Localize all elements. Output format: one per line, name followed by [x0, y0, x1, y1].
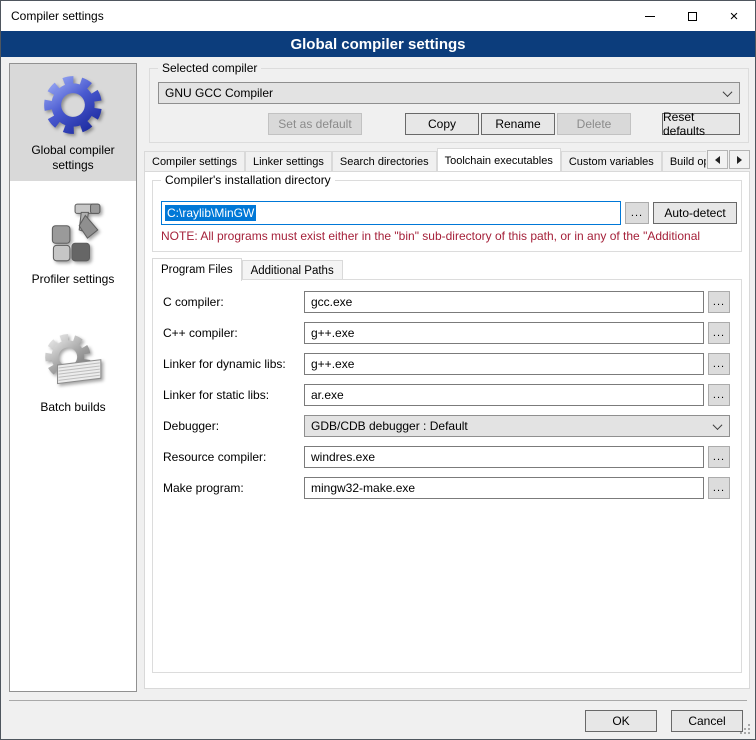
chevron-down-icon — [723, 87, 733, 97]
cancel-button[interactable]: Cancel — [671, 710, 743, 732]
cpp-compiler-row: C++ compiler: g++.exe ... — [163, 322, 730, 344]
sidebar-item-label: Batch builds — [40, 400, 105, 415]
resource-compiler-input[interactable]: windres.exe — [304, 446, 704, 468]
debugger-select[interactable]: GDB/CDB debugger : Default — [304, 415, 730, 437]
make-program-browse-button[interactable]: ... — [708, 477, 730, 499]
minimize-icon — [645, 16, 655, 17]
sidebar-item-label: Profiler settings — [32, 272, 115, 287]
maximize-icon — [688, 12, 697, 21]
cpp-compiler-label: C++ compiler: — [163, 326, 304, 340]
linker-static-row: Linker for static libs: ar.exe ... — [163, 384, 730, 406]
linker-dynamic-row: Linker for dynamic libs: g++.exe ... — [163, 353, 730, 375]
make-program-input[interactable]: mingw32-make.exe — [304, 477, 704, 499]
tab-linker-settings[interactable]: Linker settings — [245, 151, 332, 171]
cpp-compiler-input[interactable]: g++.exe — [304, 322, 704, 344]
compiler-select[interactable]: GNU GCC Compiler — [158, 82, 740, 104]
copy-button[interactable]: Copy — [405, 113, 479, 135]
rename-button[interactable]: Rename — [481, 113, 555, 135]
arrow-left-icon — [715, 156, 720, 164]
tab-scroll-right-button[interactable] — [729, 150, 750, 169]
maximize-button[interactable] — [671, 1, 713, 31]
selected-compiler-group-label: Selected compiler — [158, 61, 261, 75]
tab-build-options[interactable]: Build options — [662, 151, 706, 171]
program-files-tabstrip: Program Files Additional Paths — [152, 257, 343, 280]
settings-category-list: Global compiler settings Profiler settin… — [9, 63, 137, 692]
sidebar-item-batch-builds[interactable]: Batch builds — [10, 321, 136, 423]
tab-scroll-left-button[interactable] — [707, 150, 728, 169]
compiler-select-value: GNU GCC Compiler — [165, 86, 724, 100]
arrow-right-icon — [737, 156, 742, 164]
debugger-label: Debugger: — [163, 419, 304, 433]
auto-detect-button[interactable]: Auto-detect — [653, 202, 737, 224]
c-compiler-label: C compiler: — [163, 295, 304, 309]
installation-directory-browse-button[interactable]: ... — [625, 202, 649, 224]
tab-program-files[interactable]: Program Files — [152, 258, 242, 281]
compiler-settings-dialog: Compiler settings × Global compiler sett… — [0, 0, 756, 740]
chevron-down-icon — [713, 420, 723, 430]
footer-divider — [9, 700, 747, 701]
debugger-select-value: GDB/CDB debugger : Default — [311, 419, 714, 433]
installation-directory-value: C:\raylib\MinGW — [165, 205, 256, 221]
sidebar-item-profiler-settings[interactable]: Profiler settings — [10, 193, 136, 295]
installation-directory-group-label: Compiler's installation directory — [161, 173, 335, 187]
tabs-clip: Compiler settings Linker settings Search… — [144, 147, 706, 171]
sidebar-item-label: Global compiler settings — [14, 143, 132, 173]
minimize-button[interactable] — [629, 1, 671, 31]
installation-directory-group: Compiler's installation directory C:\ray… — [152, 180, 742, 252]
gear-blue-icon — [40, 72, 106, 138]
titlebar: Compiler settings × — [1, 1, 755, 31]
reset-defaults-button[interactable]: Reset defaults — [662, 113, 740, 135]
make-program-label: Make program: — [163, 481, 304, 495]
tab-search-directories[interactable]: Search directories — [332, 151, 437, 171]
tab-custom-variables[interactable]: Custom variables — [561, 151, 662, 171]
close-button[interactable]: × — [713, 1, 755, 31]
batch-builds-icon — [40, 329, 106, 395]
sidebar-item-global-compiler-settings[interactable]: Global compiler settings — [10, 64, 136, 181]
delete-button: Delete — [557, 113, 631, 135]
set-as-default-button: Set as default — [268, 113, 362, 135]
linker-dynamic-input[interactable]: g++.exe — [304, 353, 704, 375]
compiler-buttons-row: Set as default Copy Rename Delete Reset … — [268, 113, 740, 135]
c-compiler-browse-button[interactable]: ... — [708, 291, 730, 313]
linker-static-input[interactable]: ar.exe — [304, 384, 704, 406]
linker-dynamic-label: Linker for dynamic libs: — [163, 357, 304, 371]
cpp-compiler-browse-button[interactable]: ... — [708, 322, 730, 344]
c-compiler-row: C compiler: gcc.exe ... — [163, 291, 730, 313]
settings-tabstrip: Compiler settings Linker settings Search… — [144, 147, 750, 171]
linker-static-browse-button[interactable]: ... — [708, 384, 730, 406]
toolchain-executables-page: Compiler's installation directory C:\ray… — [144, 171, 750, 689]
installation-directory-input[interactable]: C:\raylib\MinGW — [161, 201, 621, 225]
linker-static-label: Linker for static libs: — [163, 388, 304, 402]
window-title: Compiler settings — [11, 9, 104, 23]
program-files-panel: C compiler: gcc.exe ... C++ compiler: g+… — [152, 279, 742, 673]
c-compiler-input[interactable]: gcc.exe — [304, 291, 704, 313]
tab-additional-paths[interactable]: Additional Paths — [242, 260, 343, 280]
note-text: NOTE: All programs must exist either in … — [161, 229, 740, 243]
resource-compiler-browse-button[interactable]: ... — [708, 446, 730, 468]
dialog-header: Global compiler settings — [1, 31, 755, 57]
selected-compiler-group: Selected compiler GNU GCC Compiler Set a… — [149, 68, 749, 143]
resource-compiler-label: Resource compiler: — [163, 450, 304, 464]
tab-compiler-settings[interactable]: Compiler settings — [144, 151, 245, 171]
make-program-row: Make program: mingw32-make.exe ... — [163, 477, 730, 499]
debugger-row: Debugger: GDB/CDB debugger : Default — [163, 415, 730, 437]
dialog-header-title: Global compiler settings — [290, 36, 465, 53]
window-controls: × — [629, 1, 755, 31]
linker-dynamic-browse-button[interactable]: ... — [708, 353, 730, 375]
resize-grip[interactable] — [748, 732, 750, 734]
tab-toolchain-executables[interactable]: Toolchain executables — [437, 148, 561, 171]
ok-button[interactable]: OK — [585, 710, 657, 732]
profiler-icon — [40, 201, 106, 267]
resource-compiler-row: Resource compiler: windres.exe ... — [163, 446, 730, 468]
close-icon: × — [730, 9, 739, 24]
